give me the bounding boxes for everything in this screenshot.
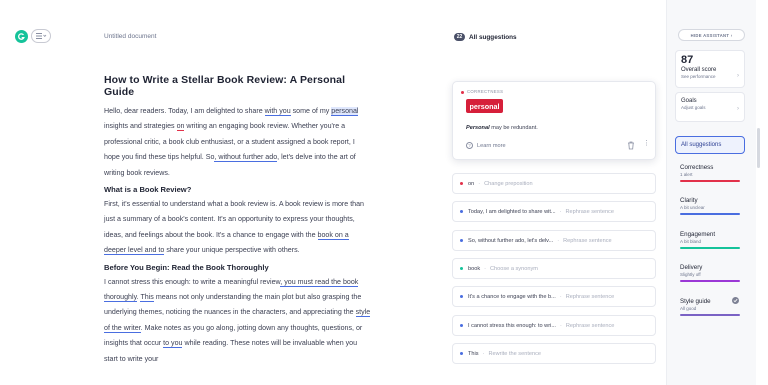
- document-title[interactable]: Untitled document: [104, 33, 156, 40]
- chevron-right-icon: ›: [737, 73, 739, 79]
- suggestion-card[interactable]: on · Change preposition: [452, 173, 656, 194]
- suggestion-count-badge: 22: [454, 33, 465, 41]
- suggestion-highlight[interactable]: personal: [331, 107, 359, 116]
- category-dot: [460, 295, 463, 298]
- menu-icon[interactable]: [31, 29, 51, 43]
- suggestions-header: 22 All suggestions: [454, 33, 517, 41]
- goals-label: Goals: [681, 98, 697, 104]
- paragraph-definition: First, it's essential to understand what…: [104, 200, 365, 256]
- overall-score-card[interactable]: 87 Overall score See performance ›: [675, 50, 745, 88]
- section-heading: What is a Book Review?: [104, 185, 192, 195]
- suggestion-card[interactable]: I cannot stress this enough: to wri... · R…: [452, 315, 656, 336]
- suggestion-card[interactable]: So, without further ado, let's delv... · R…: [452, 230, 656, 251]
- hide-assistant-button[interactable]: HIDE ASSISTANT ›: [678, 29, 745, 41]
- overall-score-label: Overall score: [681, 67, 717, 73]
- category-dot: [460, 267, 463, 270]
- suggestion-description: Personal may be redundant.: [466, 125, 538, 131]
- goals-card[interactable]: Goals Adjust goals ›: [675, 92, 745, 122]
- suggestion-underline[interactable]: , without further ado: [214, 153, 278, 163]
- suggestion-underline[interactable]: with you: [264, 107, 291, 116]
- suggestion-category: CORRECTNESS: [467, 89, 504, 94]
- trash-icon[interactable]: [627, 141, 635, 150]
- category-dot: [460, 324, 463, 327]
- category-clarity[interactable]: Clarity A bit unclear: [680, 197, 740, 215]
- category-bar: [680, 314, 740, 316]
- chevron-right-icon: ›: [737, 106, 739, 112]
- category-dot: [461, 91, 464, 94]
- document-heading: How to Write a Stellar Book Review: A Pe…: [104, 74, 346, 98]
- category-correctness[interactable]: Correctness 1 alert: [680, 164, 740, 182]
- overall-score-value: 87: [681, 54, 694, 66]
- category-engagement[interactable]: Engagement A bit bland: [680, 231, 740, 249]
- suggestion-underline[interactable]: This: [140, 293, 154, 303]
- see-performance-link[interactable]: See performance: [681, 74, 739, 79]
- suggestion-card[interactable]: It's a chance to engage with the b... · Re…: [452, 286, 656, 307]
- all-suggestions-filter[interactable]: All suggestions: [675, 136, 745, 154]
- sidebar-scrollbar[interactable]: [757, 128, 760, 168]
- paragraph-reading: I cannot stress this enough: to write a …: [104, 277, 371, 363]
- paragraph-intro: Hello, dear readers. Today, I am delight…: [104, 107, 359, 177]
- suggestions-title: All suggestions: [469, 33, 517, 41]
- category-dot: [460, 352, 463, 355]
- category-style-guide[interactable]: Style guide All good: [680, 298, 740, 316]
- suggestion-card[interactable]: book · Choose a synonym: [452, 258, 656, 279]
- suggestion-underline[interactable]: to you: [163, 339, 183, 349]
- help-icon[interactable]: ?: [466, 142, 473, 149]
- category-dot: [460, 239, 463, 242]
- category-bar: [680, 247, 740, 249]
- expanded-suggestion-card[interactable]: CORRECTNESS personal Personal may be red…: [452, 81, 656, 160]
- suggestion-card[interactable]: Today, I am delighted to share wit... · Re…: [452, 201, 656, 222]
- category-dot: [460, 210, 463, 213]
- category-dot: [460, 182, 463, 185]
- suggestion-card[interactable]: This · Rewrite the sentence: [452, 343, 656, 364]
- more-options-icon[interactable]: ⋮: [643, 140, 650, 147]
- replacement-chip[interactable]: personal: [466, 99, 503, 113]
- document-editor[interactable]: How to Write a Stellar Book Review: A Pe…: [104, 74, 372, 367]
- category-bar: [680, 280, 740, 282]
- learn-more-link[interactable]: Learn more: [477, 143, 506, 149]
- adjust-goals-link[interactable]: Adjust goals: [681, 105, 739, 110]
- grammarly-logo-icon[interactable]: [15, 30, 28, 43]
- category-bar: [680, 180, 740, 182]
- section-heading: Before You Begin: Read the Book Thorough…: [104, 262, 269, 272]
- checkmark-icon: [732, 297, 739, 304]
- category-bar: [680, 213, 740, 215]
- category-delivery[interactable]: Delivery Slightly off: [680, 264, 740, 282]
